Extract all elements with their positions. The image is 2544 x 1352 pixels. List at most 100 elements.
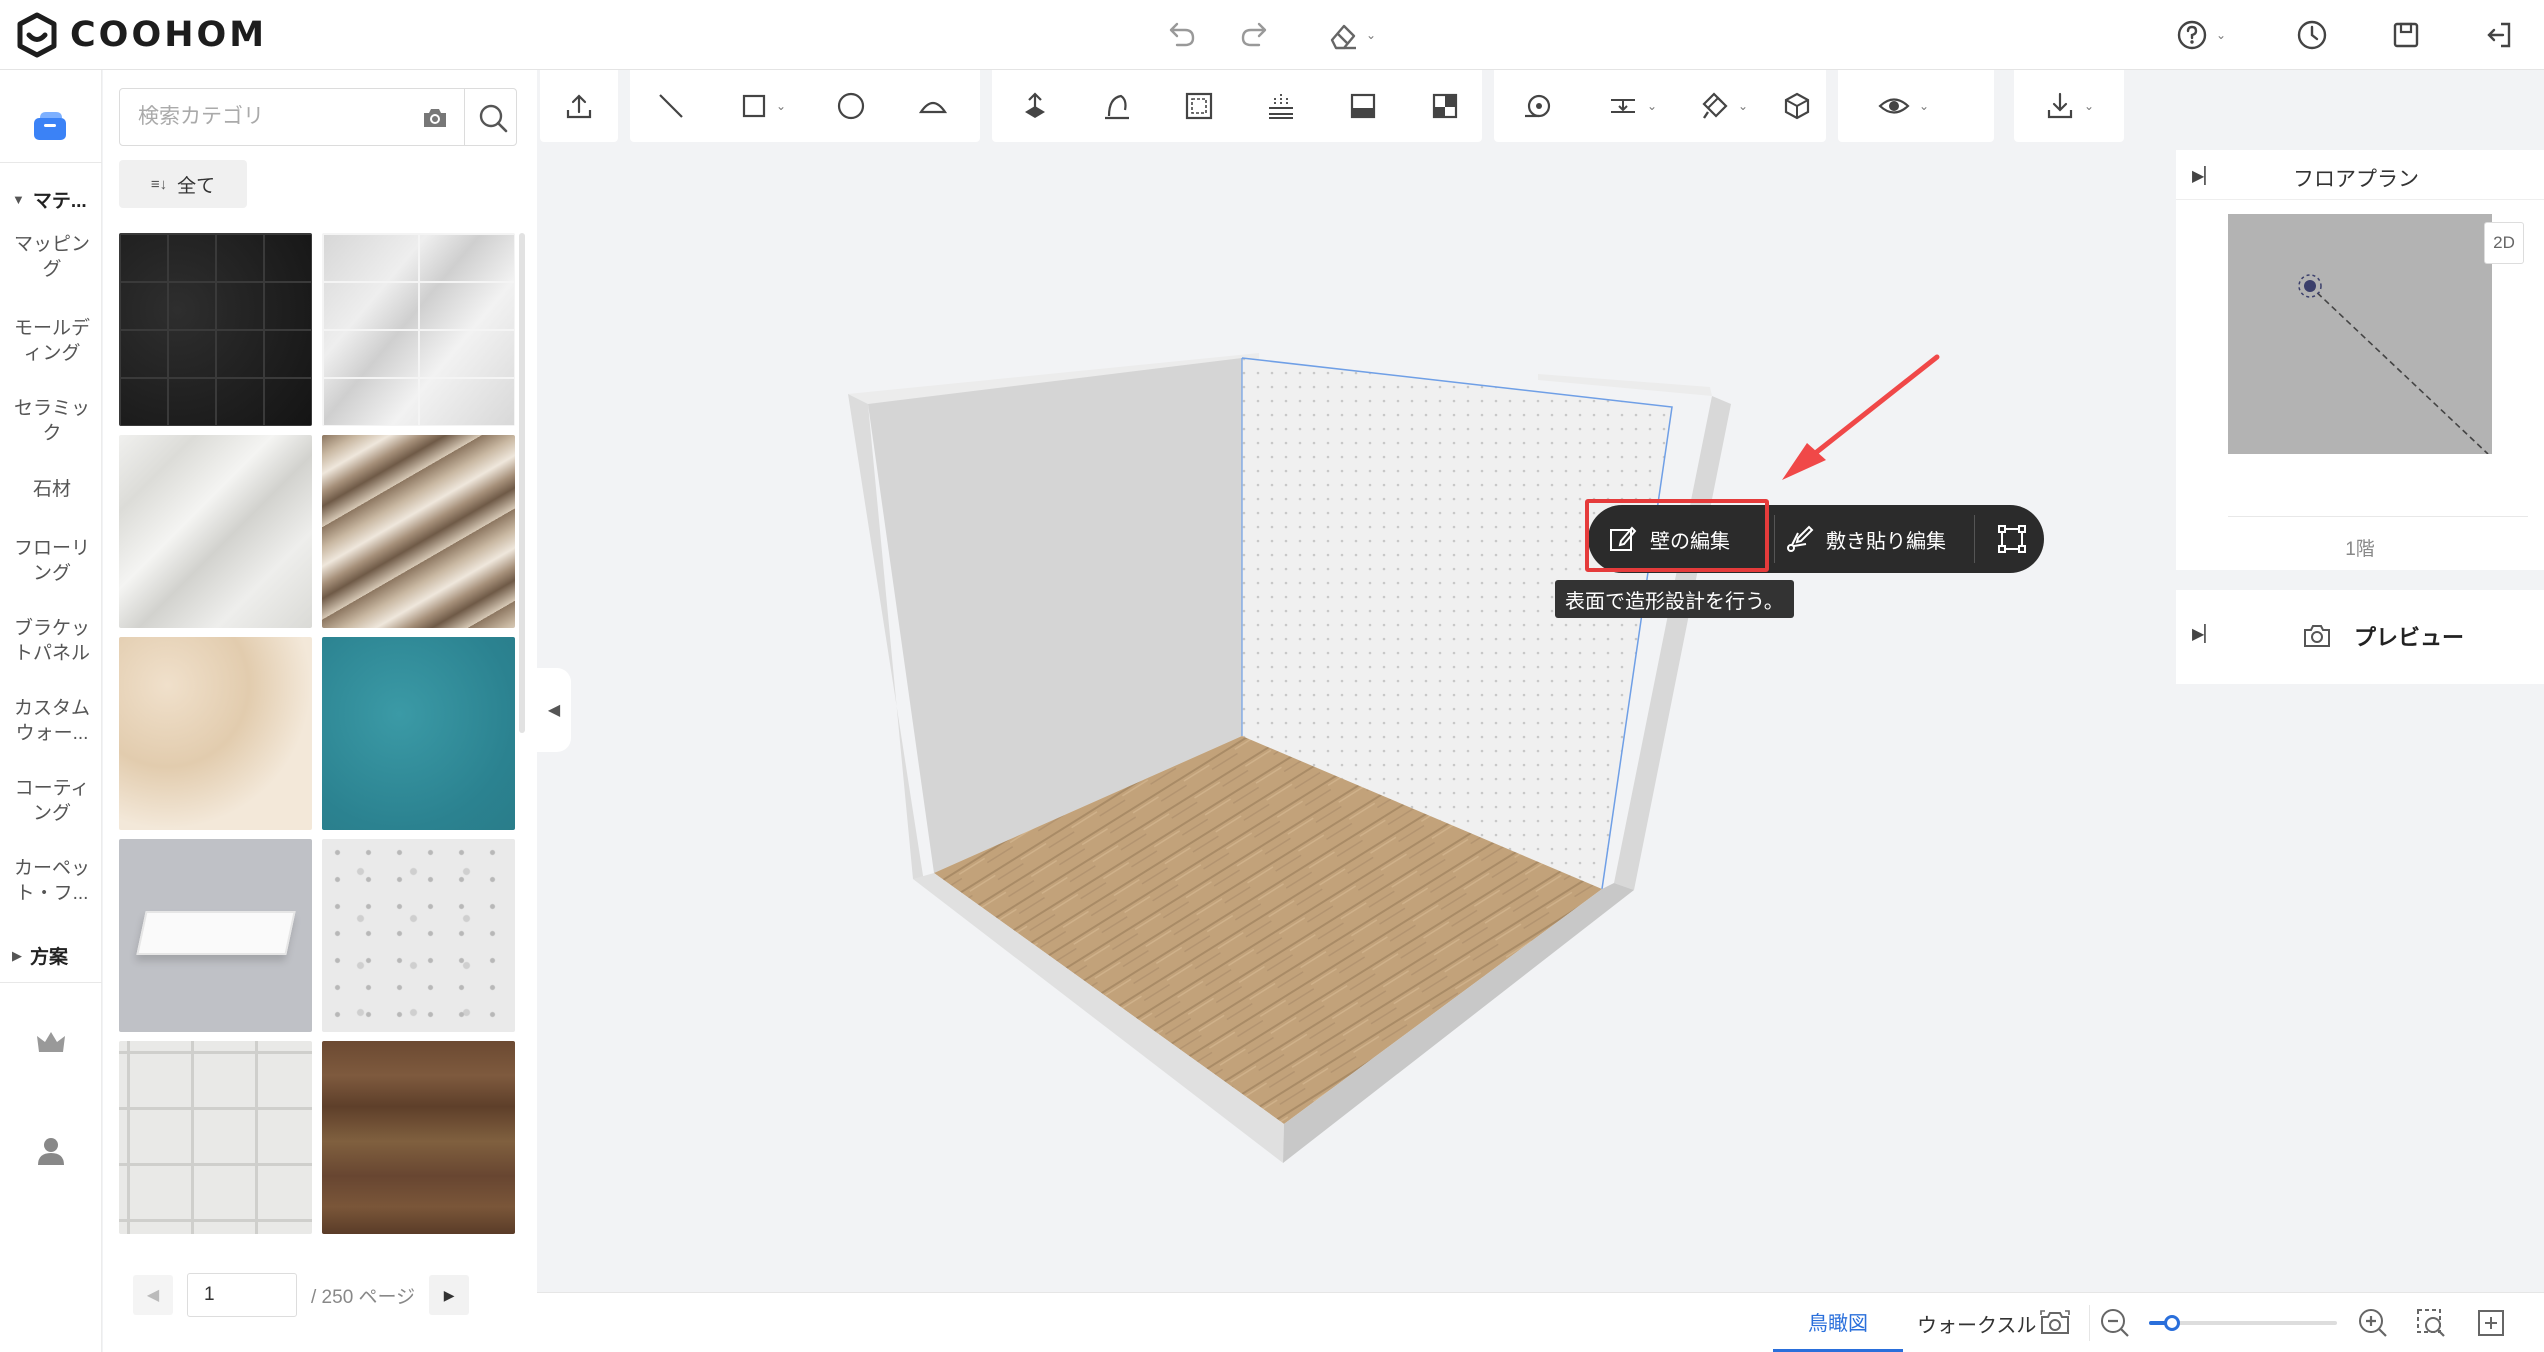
material-tile-brown-marble[interactable] xyxy=(322,435,515,628)
rail-item-stone[interactable]: 石材 xyxy=(8,477,96,502)
material-tile-beige-marble[interactable] xyxy=(119,637,312,830)
layout-icon xyxy=(1432,93,1458,119)
rail-item-coating[interactable]: コーティング xyxy=(8,776,96,826)
caret-down-icon: ▼ xyxy=(12,192,25,207)
rail-section-plans[interactable]: ▶ 方案 xyxy=(12,942,68,969)
zoom-fit-icon[interactable] xyxy=(2413,1305,2449,1341)
download-icon xyxy=(2047,92,2073,119)
upload-button[interactable] xyxy=(558,86,600,126)
download-button[interactable]: ⌄ xyxy=(2034,86,2104,126)
material-scrollbar[interactable] xyxy=(519,233,525,733)
search-icon[interactable] xyxy=(476,101,510,135)
next-page-button[interactable]: ▶ xyxy=(429,1275,470,1315)
material-tile-white-marble[interactable] xyxy=(119,435,312,628)
user-icon[interactable] xyxy=(34,1134,68,1168)
rail-section-label: マテ... xyxy=(32,191,87,212)
draw-arc-button[interactable] xyxy=(912,86,954,126)
prev-page-button[interactable]: ◀ xyxy=(133,1275,173,1315)
history-button[interactable] xyxy=(2294,14,2330,56)
dimension-icon xyxy=(1610,99,1635,113)
material-tile-teal-carpet[interactable] xyxy=(322,637,515,830)
rail-section-materials[interactable]: ▼ マテ... xyxy=(12,186,87,213)
circle-icon xyxy=(837,92,865,120)
material-tile-dark-wood[interactable] xyxy=(322,1041,515,1234)
panel-button[interactable] xyxy=(1342,86,1384,126)
tab-birds-eye-view[interactable]: 鳥瞰図 xyxy=(1773,1293,1903,1352)
app-logo[interactable]: COOHOM xyxy=(14,12,267,58)
view-icon xyxy=(1878,98,1910,114)
paint-button[interactable]: ⌄ xyxy=(1690,86,1756,126)
toolbar-group-build xyxy=(992,70,1482,142)
zoom-out-icon[interactable] xyxy=(2097,1305,2133,1341)
material-tile-white-marble-tile[interactable] xyxy=(322,233,515,426)
floorplan-minimap[interactable] xyxy=(2228,214,2492,455)
transform-button[interactable] xyxy=(1996,505,2028,573)
toggle-2d-button[interactable]: 2D xyxy=(2484,222,2524,264)
filter-all-button[interactable]: ≡↓ 全て xyxy=(119,160,247,208)
floorplan-title: フロアプラン xyxy=(2293,168,2419,191)
exit-button[interactable] xyxy=(2480,14,2516,56)
rail-item-bracket-panel[interactable]: ブラケットパネル xyxy=(8,616,96,666)
collapse-panel-icon[interactable]: ▶▏ xyxy=(2192,166,2217,186)
tile-edit-icon xyxy=(1787,525,1814,552)
dimension-button[interactable]: ⌄ xyxy=(1594,86,1670,126)
toolbar-group-export: ⌄ xyxy=(2014,70,2124,142)
snapshot-icon[interactable] xyxy=(2037,1305,2073,1341)
preview-panel: ▶▏ プレビュー xyxy=(2176,590,2544,684)
crown-icon[interactable] xyxy=(34,1026,68,1060)
draw-line-button[interactable] xyxy=(650,86,692,126)
rail-item-ceramic[interactable]: セラミック xyxy=(8,396,96,446)
zoom-in-icon[interactable] xyxy=(2355,1305,2391,1341)
camera-search-icon[interactable] xyxy=(420,103,450,133)
cube-icon xyxy=(1784,92,1810,120)
zoom-slider-thumb[interactable] xyxy=(2163,1315,2180,1331)
floor-heating-button[interactable] xyxy=(1260,86,1302,126)
page-number-input[interactable] xyxy=(187,1273,297,1317)
measure-button[interactable] xyxy=(1516,86,1558,126)
material-library-icon[interactable] xyxy=(30,106,70,146)
opening-icon xyxy=(1025,92,1045,118)
undo-button[interactable] xyxy=(1160,14,1200,56)
draw-circle-button[interactable] xyxy=(830,86,872,126)
cube-button[interactable] xyxy=(1776,86,1818,126)
redo-icon xyxy=(1241,22,1267,47)
material-tile-white-terrazzo[interactable] xyxy=(322,839,515,1032)
panel-icon xyxy=(1350,93,1376,119)
material-tile-ceiling-light[interactable] xyxy=(119,839,312,1032)
arc-icon xyxy=(918,101,948,114)
minimap-camera-path xyxy=(2298,274,2489,455)
help-button[interactable]: ⌄ xyxy=(2168,14,2234,56)
layout-button[interactable] xyxy=(1424,86,1466,126)
room-frame-button[interactable] xyxy=(1178,86,1220,126)
view-button[interactable]: ⌄ xyxy=(1868,86,1938,126)
material-tile-black-marble[interactable] xyxy=(119,233,312,426)
annotation-highlight-box xyxy=(1585,499,1769,572)
category-search-input[interactable] xyxy=(120,89,410,145)
draw-rectangle-button[interactable]: ⌄ xyxy=(730,86,796,126)
rail-item-molding[interactable]: モールディング xyxy=(8,316,96,366)
pagination: ◀ / 250 ページ ▶ xyxy=(133,1272,513,1318)
rail-item-custom-wall[interactable]: カスタムウォー... xyxy=(8,696,96,746)
room-frame-icon xyxy=(1185,92,1213,120)
opening-button[interactable] xyxy=(1014,86,1056,126)
material-tile-white-stone-relief[interactable] xyxy=(119,1041,312,1234)
edit-tile-layout-button[interactable]: 敷き貼り編集 xyxy=(1784,505,1946,573)
preview-button[interactable]: プレビュー xyxy=(2302,616,2464,656)
caret-right-icon: ▶ xyxy=(12,947,22,963)
fullscreen-icon[interactable] xyxy=(2473,1305,2509,1341)
floor-heating-icon xyxy=(1269,94,1293,119)
eraser-button[interactable]: ⌄ xyxy=(1318,14,1384,56)
toolbar-group-import xyxy=(540,70,618,142)
rail-item-flooring[interactable]: フローリング xyxy=(8,536,96,586)
rail-item-carpet[interactable]: カーペット・フ... xyxy=(8,856,96,906)
door-button[interactable] xyxy=(1096,86,1138,126)
redo-button[interactable] xyxy=(1236,14,1276,56)
collapse-panel-icon[interactable]: ▶▏ xyxy=(2192,624,2217,644)
save-button[interactable] xyxy=(2388,14,2424,56)
material-panel: ≡↓ 全て ◀ / 250 ページ ▶ xyxy=(103,70,537,1352)
line-icon xyxy=(659,94,683,118)
floor-label[interactable]: 1階 xyxy=(2176,534,2544,561)
bottom-bar: 鳥瞰図 ウォークスルー xyxy=(537,1292,2544,1352)
measure-icon xyxy=(1525,94,1551,118)
rail-item-mapping[interactable]: マッピング xyxy=(8,232,96,282)
